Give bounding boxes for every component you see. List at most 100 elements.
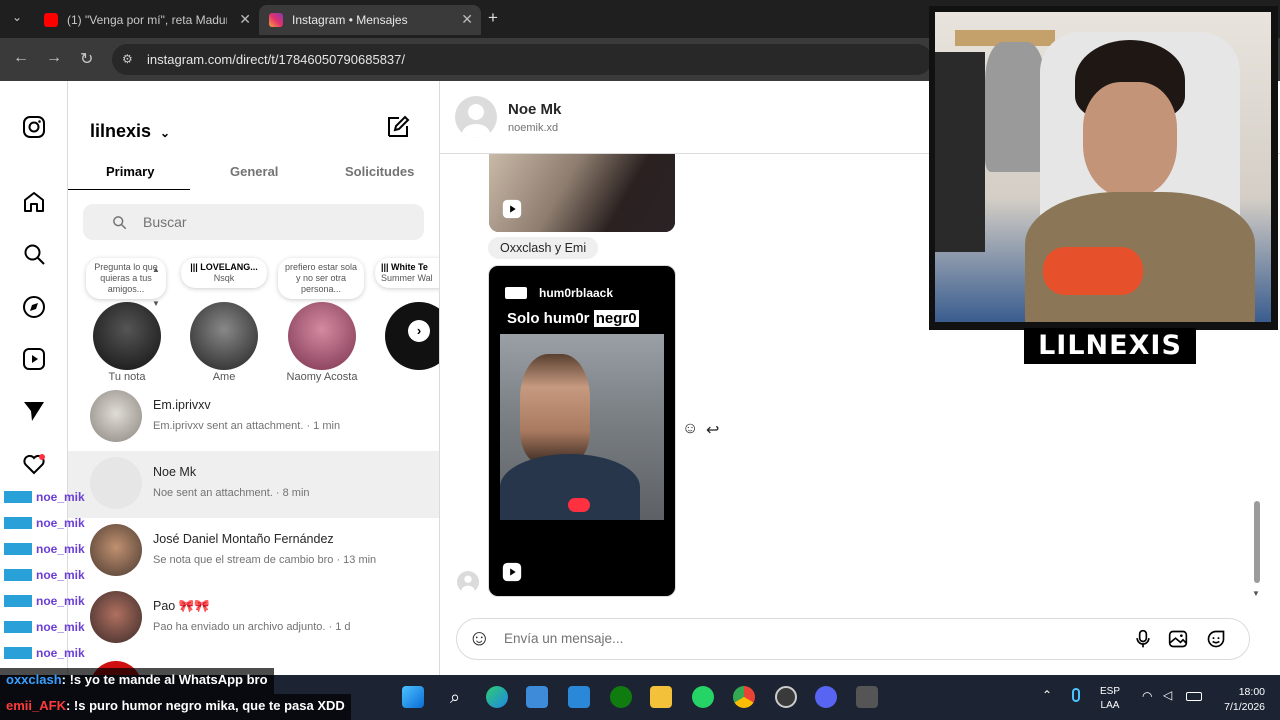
note-bubble[interactable]: ||| White Te Summer Wal (375, 258, 439, 288)
folder-icon[interactable] (650, 686, 672, 708)
stream-badge-icon (4, 621, 32, 633)
scroll-down-arrow-icon[interactable]: ▼ (1252, 589, 1260, 598)
conversation-name: José Daniel Montaño Fernández (153, 532, 334, 546)
microphone-icon[interactable] (1133, 629, 1153, 649)
shared-reel-thumbnail[interactable] (489, 154, 675, 232)
stream-badge-icon (4, 595, 32, 607)
system-clock[interactable]: 18:00 7/1/2026 (1210, 685, 1265, 715)
sticker-icon[interactable] (1206, 629, 1226, 649)
tab-general[interactable]: General (230, 164, 278, 179)
note-bubble[interactable]: ||| LOVELANG... Nsqk (181, 258, 267, 288)
reel-caption-b: negr0 (593, 310, 639, 327)
webcam-frame (935, 12, 1271, 322)
windows-start-icon[interactable] (402, 686, 424, 708)
instagram-nav-rail (0, 81, 68, 675)
note-avatar[interactable] (93, 302, 161, 370)
volume-icon[interactable]: ◁ (1163, 688, 1172, 702)
chat-scrollbar[interactable] (1254, 501, 1260, 583)
avatar (90, 524, 142, 576)
heart-icon[interactable] (22, 452, 46, 476)
reply-label: Oxxclash y Emi (488, 237, 599, 259)
scroll-down-arrow-icon[interactable]: ▼ (152, 299, 160, 308)
discord-icon[interactable] (815, 686, 837, 708)
sender-avatar-icon (457, 571, 479, 593)
tab-primary[interactable]: Primary (106, 164, 154, 179)
tab-list-dropdown-icon[interactable]: ⌄ (12, 10, 22, 24)
next-arrow-button[interactable]: › (408, 320, 430, 342)
reply-arrow-icon[interactable]: ↩ (706, 420, 719, 440)
stream-badge-icon (4, 491, 32, 503)
note-name: Tu nota (108, 371, 146, 383)
tab-youtube[interactable]: (1) "Venga por mí", reta Maduro ✕ (34, 5, 259, 35)
wifi-icon[interactable]: ◠ (1142, 689, 1152, 703)
cam-hoodie-hanging (985, 42, 1045, 172)
reels-icon (502, 199, 522, 219)
compose-icon[interactable] (386, 115, 410, 139)
whatsapp-icon[interactable] (692, 686, 714, 708)
new-tab-button[interactable]: + (488, 8, 498, 28)
conversation-row[interactable]: Noe Mk Noe sent an attachment. · 8 min (68, 451, 439, 518)
search-icon[interactable]: ⌕ (444, 686, 466, 708)
reels-icon (502, 562, 522, 582)
explore-icon[interactable] (22, 295, 46, 319)
tab-requests[interactable]: Solicitudes (345, 164, 414, 179)
back-arrow-icon[interactable]: ← (13, 49, 29, 67)
instagram-logo-icon[interactable] (22, 115, 46, 139)
site-info-icon[interactable]: ⚙ (122, 44, 133, 75)
input-language[interactable]: ESP LAA (1100, 685, 1120, 713)
store-icon[interactable] (526, 686, 548, 708)
close-tab-icon[interactable]: ✕ (461, 11, 473, 28)
chat-contact-name[interactable]: Noe Mk (508, 101, 561, 118)
emoji-icon[interactable]: ☺ (468, 626, 490, 650)
react-emoji-icon[interactable]: ☺ (682, 420, 698, 438)
address-bar[interactable]: ⚙ instagram.com/direct/t/178460507906858… (112, 44, 932, 75)
conversation-row[interactable]: Pao 🎀🎀 Pao ha enviado un archivo adjunto… (68, 585, 439, 652)
conversation-row[interactable]: Em.iprivxv Em.iprivxv sent an attachment… (68, 384, 439, 451)
forward-arrow-icon[interactable]: → (46, 49, 62, 67)
app-icon[interactable] (856, 686, 878, 708)
avatar[interactable] (455, 96, 497, 138)
shared-reel-card[interactable]: hum0rblaack Solo hum0r negr0 (488, 265, 676, 597)
edge-icon[interactable] (486, 686, 508, 708)
conversation-name: Pao 🎀🎀 (153, 599, 210, 613)
battery-icon[interactable] (1186, 692, 1202, 701)
microphone-icon[interactable] (1072, 688, 1080, 702)
stream-chat-user: noe_mik (36, 568, 85, 582)
search-icon (113, 216, 127, 230)
note-bubble[interactable]: prefiero estar sola y no ser otra person… (278, 258, 364, 299)
stream-chat-text: : !s puro humor negro mika, que te pasa … (65, 698, 345, 713)
cam-person-face (1083, 82, 1177, 197)
tab-instagram[interactable]: Instagram • Mensajes ✕ (259, 5, 481, 35)
messages-icon[interactable] (22, 399, 46, 423)
conversation-name: Em.iprivxv (153, 398, 211, 412)
xbox-icon[interactable] (610, 686, 632, 708)
obs-icon[interactable] (775, 686, 797, 708)
conversation-preview: Noe sent an attachment. · 8 min (153, 487, 310, 499)
conversation-row[interactable]: José Daniel Montaño Fernández Se nota qu… (68, 518, 439, 585)
chrome-icon[interactable] (733, 686, 755, 708)
reels-icon[interactable] (22, 347, 46, 371)
stream-chat-text: : !s yo te mande al WhatsApp bro (61, 672, 268, 687)
app-icon[interactable] (568, 686, 590, 708)
home-icon[interactable] (22, 190, 46, 214)
stream-chat-user: noe_mik (36, 516, 85, 530)
avatar (90, 591, 142, 643)
stream-badge-icon (4, 647, 32, 659)
search-icon[interactable] (22, 242, 46, 266)
stream-chat-user: noe_mik (36, 542, 85, 556)
close-tab-icon[interactable]: ✕ (239, 11, 251, 28)
note-avatar[interactable] (288, 302, 356, 370)
reel-author-logo (505, 287, 527, 299)
note-title: ||| White Te (381, 262, 428, 272)
tray-chevron-icon[interactable]: ⌃ (1042, 688, 1052, 702)
image-icon[interactable] (1168, 629, 1188, 649)
cam-jacket (935, 52, 985, 252)
message-input[interactable]: Envía un mensaje... (456, 618, 1250, 660)
account-switcher[interactable]: lilnexis ⌄ (90, 121, 170, 142)
scroll-up-arrow-icon[interactable]: ▲ (152, 265, 160, 274)
youtube-icon (44, 13, 58, 27)
reload-icon[interactable]: ↻ (80, 49, 93, 69)
conversation-name: Noe Mk (153, 465, 197, 479)
search-input[interactable]: Buscar (83, 204, 424, 240)
note-avatar[interactable] (190, 302, 258, 370)
